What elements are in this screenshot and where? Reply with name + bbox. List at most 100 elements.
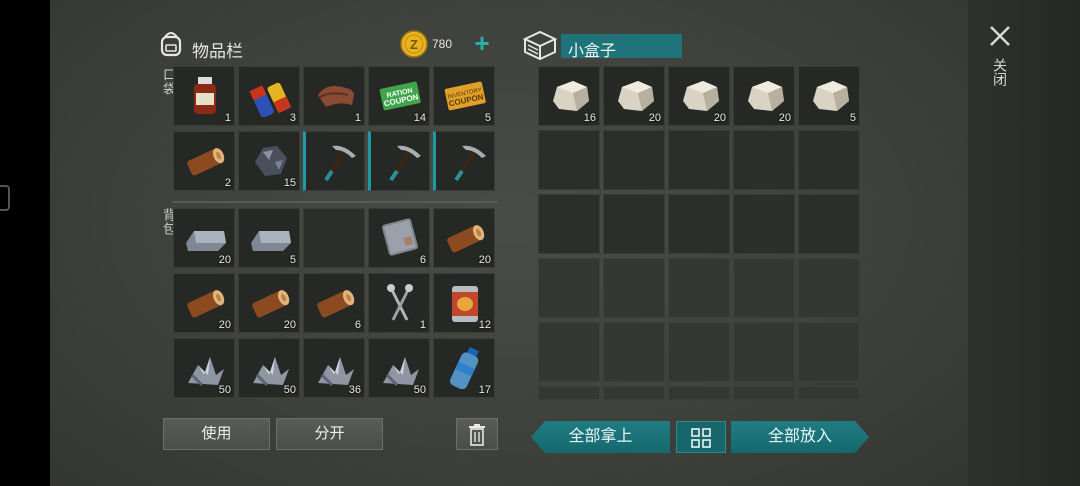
iron-ingot-icon bbox=[251, 231, 291, 251]
box-slot-empty[interactable] bbox=[538, 130, 600, 190]
item-count: 6 bbox=[419, 254, 426, 266]
pocket-slot-wood-log[interactable]: 2 bbox=[173, 131, 235, 191]
pocket-slot-pickaxe[interactable] bbox=[303, 131, 365, 191]
box-slot-empty[interactable] bbox=[668, 258, 730, 318]
batteries-icon bbox=[249, 82, 292, 117]
stone-icon bbox=[813, 81, 849, 111]
item-count: 1 bbox=[224, 112, 231, 124]
wood-log-icon bbox=[317, 290, 355, 318]
backpack-slot-scrap-metal[interactable]: 36 bbox=[303, 338, 365, 398]
add-coins-button[interactable]: + bbox=[470, 30, 494, 58]
box-slot-stone[interactable]: 20 bbox=[668, 66, 730, 126]
item-count: 5 bbox=[289, 254, 296, 266]
box-slot-empty[interactable] bbox=[668, 386, 730, 400]
item-count: 20 bbox=[283, 319, 296, 331]
box-slot-stone[interactable]: 20 bbox=[603, 66, 665, 126]
put-all-button[interactable]: 全部放入 bbox=[731, 421, 869, 453]
box-slot-empty[interactable] bbox=[538, 258, 600, 318]
box-slot-empty[interactable] bbox=[603, 194, 665, 254]
wood-log-icon bbox=[187, 148, 225, 176]
item-count: 50 bbox=[218, 384, 231, 396]
svg-text:Z: Z bbox=[410, 37, 418, 52]
close-label[interactable]: 关闭 bbox=[990, 58, 1010, 86]
item-count: 5 bbox=[484, 112, 491, 124]
item-count: 20 bbox=[648, 112, 661, 124]
box-slot-empty[interactable] bbox=[603, 130, 665, 190]
scrap-metal-icon bbox=[188, 357, 224, 387]
take-all-button[interactable]: 全部拿上 bbox=[531, 421, 670, 453]
box-slot-empty[interactable] bbox=[733, 130, 795, 190]
backpack-slot-empty[interactable] bbox=[303, 208, 365, 268]
box-title-field[interactable]: 小盒子 bbox=[561, 34, 682, 60]
backpack-slot-scrap-metal[interactable]: 50 bbox=[368, 338, 430, 398]
box-slot-empty[interactable] bbox=[733, 322, 795, 382]
box-icon bbox=[522, 30, 558, 61]
pocket-slot-batteries[interactable]: 3 bbox=[238, 66, 300, 126]
box-slot-stone[interactable]: 20 bbox=[733, 66, 795, 126]
box-slot-empty[interactable] bbox=[538, 194, 600, 254]
box-slot-empty[interactable] bbox=[733, 194, 795, 254]
screen-notch bbox=[0, 185, 10, 211]
sort-button[interactable] bbox=[676, 421, 726, 453]
close-icon[interactable] bbox=[988, 24, 1012, 48]
box-slot-empty[interactable] bbox=[603, 386, 665, 400]
backpack-slot-wood-log[interactable]: 20 bbox=[238, 273, 300, 333]
box-slot-empty[interactable] bbox=[798, 258, 860, 318]
box-slot-empty[interactable] bbox=[603, 322, 665, 382]
stone-icon bbox=[618, 81, 654, 111]
item-count: 50 bbox=[283, 384, 296, 396]
grid-sort-icon bbox=[691, 428, 711, 448]
trash-button[interactable] bbox=[456, 418, 498, 450]
backpack-slot-metal-plate[interactable]: 6 bbox=[368, 208, 430, 268]
box-slot-empty[interactable] bbox=[538, 322, 600, 382]
box-slot-empty[interactable] bbox=[668, 130, 730, 190]
backpack-slot-iron-ingot[interactable]: 20 bbox=[173, 208, 235, 268]
box-slot-empty[interactable] bbox=[603, 258, 665, 318]
stone-icon bbox=[748, 81, 784, 111]
box-slot-empty[interactable] bbox=[798, 194, 860, 254]
pocket-slot-gold-coupon[interactable]: INVENTORY COUPON 5 bbox=[433, 66, 495, 126]
pocket-slot-leather[interactable]: 1 bbox=[303, 66, 365, 126]
box-slot-stone[interactable]: 16 bbox=[538, 66, 600, 126]
stone-icon bbox=[553, 81, 589, 111]
item-count: 14 bbox=[413, 112, 426, 124]
backpack-slot-nails[interactable]: 1 bbox=[368, 273, 430, 333]
item-count: 16 bbox=[583, 112, 596, 124]
box-slot-empty[interactable] bbox=[668, 322, 730, 382]
box-slot-empty[interactable] bbox=[668, 194, 730, 254]
use-button[interactable]: 使用 bbox=[163, 418, 270, 450]
item-count: 20 bbox=[478, 254, 491, 266]
item-count: 3 bbox=[289, 112, 296, 124]
backpack-slot-scrap-metal[interactable]: 50 bbox=[173, 338, 235, 398]
box-slot-empty[interactable] bbox=[798, 386, 860, 400]
backpack-slot-canned-food[interactable]: 12 bbox=[433, 273, 495, 333]
box-title: 小盒子 bbox=[568, 43, 617, 60]
pocket-slot-medicine-bottle[interactable]: 1 bbox=[173, 66, 235, 126]
item-count: 2 bbox=[224, 177, 231, 189]
backpack-slot-water-bottle[interactable]: 17 bbox=[433, 338, 495, 398]
scrap-metal-icon bbox=[383, 357, 419, 387]
side-bezel bbox=[968, 0, 1080, 486]
split-button[interactable]: 分开 bbox=[276, 418, 383, 450]
item-count: 20 bbox=[218, 319, 231, 331]
box-slot-empty[interactable] bbox=[798, 322, 860, 382]
backpack-slot-scrap-metal[interactable]: 50 bbox=[238, 338, 300, 398]
box-slot-empty[interactable] bbox=[538, 386, 600, 400]
item-count: 20 bbox=[713, 112, 726, 124]
box-slot-stone[interactable]: 5 bbox=[798, 66, 860, 126]
pocket-slot-green-coupon[interactable]: RATION COUPON 14 bbox=[368, 66, 430, 126]
wood-log-icon bbox=[252, 290, 290, 318]
box-slot-empty[interactable] bbox=[733, 386, 795, 400]
pocket-slot-iron-ore[interactable]: 15 bbox=[238, 131, 300, 191]
backpack-slot-wood-log[interactable]: 20 bbox=[173, 273, 235, 333]
wood-log-icon bbox=[447, 225, 485, 253]
box-slot-empty[interactable] bbox=[733, 258, 795, 318]
backpack-slot-wood-log[interactable]: 6 bbox=[303, 273, 365, 333]
item-count: 20 bbox=[218, 254, 231, 266]
pocket-slot-pickaxe[interactable] bbox=[368, 131, 430, 191]
box-slot-empty[interactable] bbox=[798, 130, 860, 190]
backpack-slot-iron-ingot[interactable]: 5 bbox=[238, 208, 300, 268]
item-count: 20 bbox=[778, 112, 791, 124]
backpack-slot-wood-log[interactable]: 20 bbox=[433, 208, 495, 268]
pocket-slot-pickaxe[interactable] bbox=[433, 131, 495, 191]
